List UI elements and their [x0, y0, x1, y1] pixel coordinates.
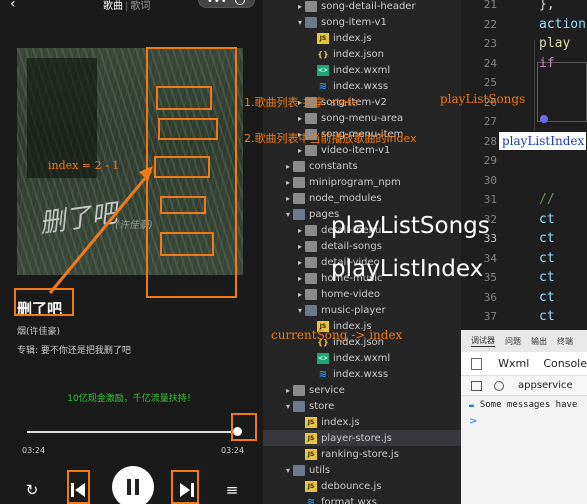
annotation-current-index-text: -> index	[351, 328, 403, 342]
annotation-index-formula: index = 2 - 1	[48, 159, 120, 172]
overlay-playlistindex: playListIndex	[331, 256, 484, 282]
annotation-playlistsongs: playListSongs	[440, 92, 526, 106]
arrow-line	[48, 170, 153, 294]
annotation-step1-text: 1.歌曲列表-共享	[244, 96, 325, 109]
annotation-step2: 2.歌曲列表中当前播放歌曲的index	[244, 132, 417, 145]
annotation-arrows	[48, 166, 153, 294]
overlay-playlistsongs: playListSongs	[331, 213, 490, 239]
annotation-current-song-text: currentSong	[271, 328, 348, 342]
arrowhead	[139, 166, 153, 181]
screenshot-root: ‹ 歌曲 | 歌词 ••• 删了吧 (许佳豪) 删了吧 烟(许佳豪) 专辑: 要不你…	[0, 0, 587, 504]
annotation-step1: 1.歌曲列表-共享 state	[244, 94, 358, 110]
annotation-current-song: currentSong -> index	[271, 328, 402, 342]
annotation-step1-state: state	[330, 96, 359, 109]
